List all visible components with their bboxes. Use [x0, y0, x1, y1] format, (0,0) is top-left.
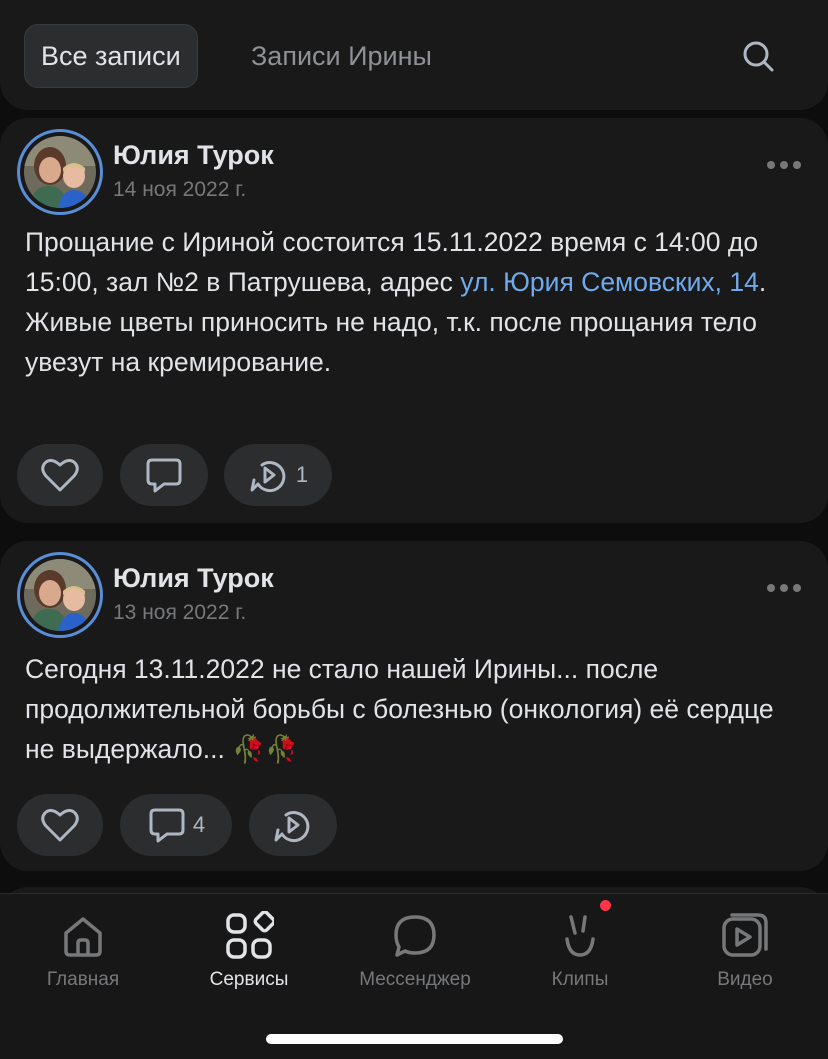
author-avatar[interactable]	[17, 129, 103, 215]
clips-icon	[552, 908, 608, 964]
nav-label: Главная	[46, 969, 120, 990]
tab-owner-posts[interactable]: Записи Ирины	[251, 24, 432, 88]
repost-icon	[248, 456, 290, 494]
more-icon[interactable]	[764, 581, 804, 593]
address-link[interactable]: ул. Юрия Семовских, 14	[460, 267, 759, 297]
like-button[interactable]	[17, 794, 103, 856]
video-icon	[717, 908, 773, 964]
nav-item-video[interactable]: Видео	[670, 908, 820, 998]
search-icon[interactable]	[738, 36, 780, 78]
home-indicator[interactable]	[266, 1034, 563, 1044]
wall-post: Юлия Турок 14 ноя 2022 г. Прощание с Ири…	[0, 118, 828, 523]
home-icon	[55, 908, 111, 964]
messenger-icon	[387, 908, 443, 964]
wall-post: Юлия Турок 13 ноя 2022 г. Сегодня 13.11.…	[0, 541, 828, 871]
comment-button[interactable]: 4	[120, 794, 232, 856]
like-button[interactable]	[17, 444, 103, 506]
nav-label: Мессенджер	[359, 969, 471, 990]
author-avatar[interactable]	[17, 552, 103, 638]
post-author[interactable]: Юлия Турок	[113, 563, 274, 594]
more-icon[interactable]	[764, 158, 804, 170]
post-text: Прощание с Ириной состоится 15.11.2022 в…	[25, 222, 810, 382]
wall-tabs-card: Все записи Записи Ирины	[0, 0, 828, 110]
nav-item-home[interactable]: Главная	[8, 908, 158, 998]
comment-count: 4	[192, 812, 206, 837]
nav-label: Видео	[717, 969, 773, 990]
nav-item-services[interactable]: Сервисы	[174, 908, 324, 998]
repost-count: 1	[295, 462, 309, 487]
nav-item-messenger[interactable]: Мессенджер	[340, 908, 490, 998]
post-date[interactable]: 14 ноя 2022 г.	[113, 178, 246, 202]
repost-icon	[272, 806, 314, 844]
comment-icon	[144, 456, 184, 494]
nav-label: Сервисы	[209, 969, 289, 990]
repost-button[interactable]	[249, 794, 337, 856]
clips-notification-badge	[600, 900, 611, 911]
app: Все записи Записи Ирины Юлия Турок 14 но…	[0, 0, 828, 1059]
post-date[interactable]: 13 ноя 2022 г.	[113, 601, 246, 625]
heart-icon	[40, 457, 80, 493]
repost-button[interactable]: 1	[224, 444, 332, 506]
post-author[interactable]: Юлия Турок	[113, 140, 274, 171]
comment-icon	[147, 806, 187, 844]
heart-icon	[40, 807, 80, 843]
tab-all-posts[interactable]: Все записи	[24, 24, 198, 88]
services-icon	[221, 908, 277, 964]
post-text-part: .	[758, 267, 767, 297]
post-text-part: Живые цветы приносить не надо, т.к. посл…	[25, 307, 758, 377]
nav-item-clips[interactable]: Клипы	[505, 908, 655, 998]
comment-button[interactable]	[120, 444, 208, 506]
post-text: Сегодня 13.11.2022 не стало нашей Ирины.…	[25, 654, 774, 764]
nav-label: Клипы	[551, 969, 609, 990]
